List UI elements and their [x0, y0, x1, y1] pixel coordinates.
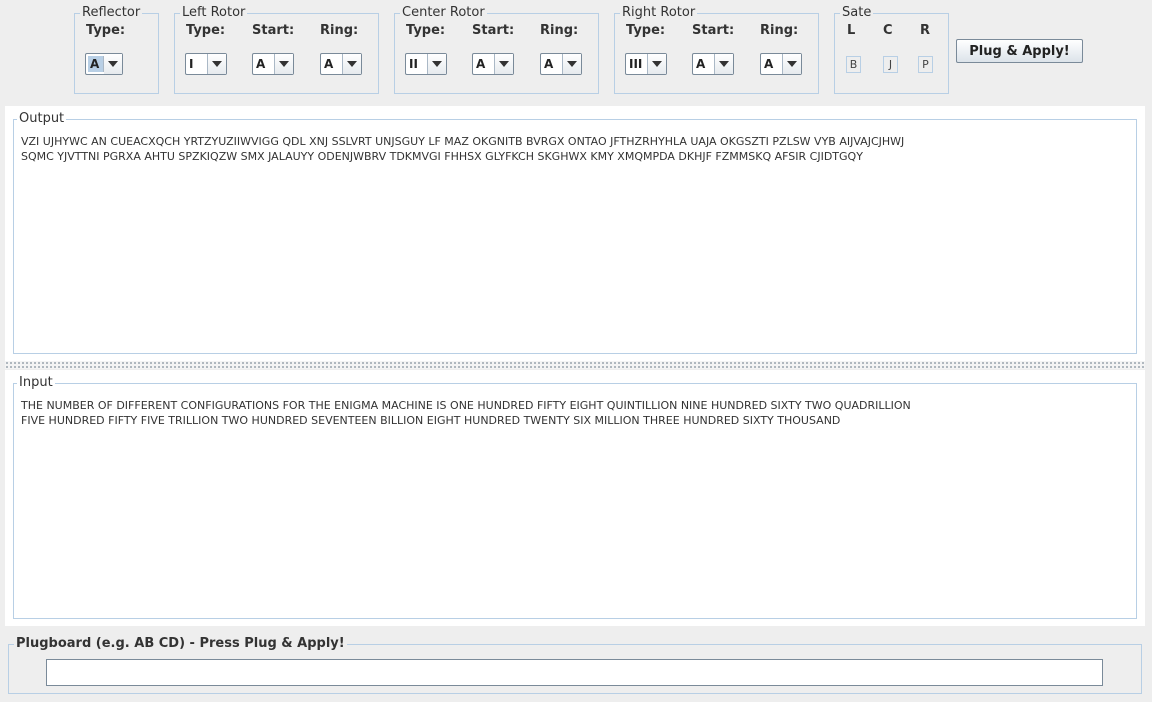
left-rotor-type-value: I — [186, 54, 208, 74]
center-rotor-type-value: II — [406, 54, 428, 74]
right-rotor-ring-value: A — [761, 54, 783, 74]
right-rotor-start-value: A — [693, 54, 715, 74]
chevron-down-icon[interactable] — [715, 54, 733, 74]
left-rotor-type-label: Type: — [186, 23, 226, 38]
right-rotor-title: Right Rotor — [620, 5, 698, 20]
center-rotor-start-select[interactable]: A — [472, 53, 514, 75]
center-rotor-start-value: A — [473, 54, 495, 74]
chevron-down-icon[interactable] — [428, 54, 446, 74]
sate-r-value: P — [918, 56, 933, 73]
output-title: Output — [17, 111, 67, 126]
chevron-down-icon[interactable] — [648, 54, 666, 74]
left-rotor-title: Left Rotor — [180, 5, 248, 20]
sate-title: Sate — [840, 5, 874, 20]
center-rotor-title: Center Rotor — [400, 5, 487, 20]
center-rotor-type-select[interactable]: II — [405, 53, 447, 75]
chevron-down-icon[interactable] — [208, 54, 226, 74]
chevron-down-icon[interactable] — [104, 54, 122, 74]
right-rotor-start-label: Start: — [692, 23, 735, 38]
chevron-down-icon[interactable] — [275, 54, 293, 74]
chevron-down-icon[interactable] — [783, 54, 801, 74]
input-title: Input — [17, 375, 55, 390]
right-rotor-ring-select[interactable]: A — [760, 53, 802, 75]
right-rotor-start-select[interactable]: A — [692, 53, 734, 75]
reflector-title: Reflector — [80, 5, 143, 20]
sate-c-value: J — [883, 56, 898, 73]
sate-c-label: C — [883, 23, 893, 38]
left-rotor-type-select[interactable]: I — [185, 53, 227, 75]
left-rotor-ring-select[interactable]: A — [320, 53, 362, 75]
plugboard-title: Plugboard (e.g. AB CD) - Press Plug & Ap… — [14, 636, 347, 651]
center-rotor-ring-value: A — [541, 54, 563, 74]
sate-r-label: R — [920, 23, 931, 38]
chevron-down-icon[interactable] — [495, 54, 513, 74]
chevron-down-icon[interactable] — [343, 54, 361, 74]
center-rotor-type-label: Type: — [406, 23, 446, 38]
left-rotor-ring-value: A — [321, 54, 343, 74]
split-pane-divider[interactable] — [5, 361, 1145, 369]
right-rotor-type-value: III — [626, 54, 648, 74]
right-rotor-ring-label: Ring: — [760, 23, 799, 38]
reflector-type-value: A — [88, 56, 104, 72]
right-rotor-type-label: Type: — [626, 23, 666, 38]
sate-l-label: L — [847, 23, 856, 38]
left-rotor-start-value: A — [253, 54, 275, 74]
chevron-down-icon[interactable] — [563, 54, 581, 74]
center-rotor-start-label: Start: — [472, 23, 515, 38]
plug-apply-button[interactable]: Plug & Apply! — [956, 39, 1083, 63]
plugboard-input[interactable] — [46, 659, 1103, 686]
reflector-type-select[interactable]: A — [85, 53, 123, 75]
right-rotor-type-select[interactable]: III — [625, 53, 667, 75]
left-rotor-ring-label: Ring: — [320, 23, 359, 38]
center-rotor-ring-select[interactable]: A — [540, 53, 582, 75]
left-rotor-start-label: Start: — [252, 23, 295, 38]
reflector-type-label: Type: — [86, 23, 126, 38]
center-rotor-ring-label: Ring: — [540, 23, 579, 38]
input-textarea[interactable]: THE NUMBER OF DIFFERENT CONFIGURATIONS F… — [13, 383, 1137, 619]
sate-l-value: B — [846, 56, 861, 73]
output-textarea[interactable]: VZI UJHYWC AN CUEACXQCH YRTZYUZIIWVIGG Q… — [13, 119, 1137, 354]
left-rotor-start-select[interactable]: A — [252, 53, 294, 75]
